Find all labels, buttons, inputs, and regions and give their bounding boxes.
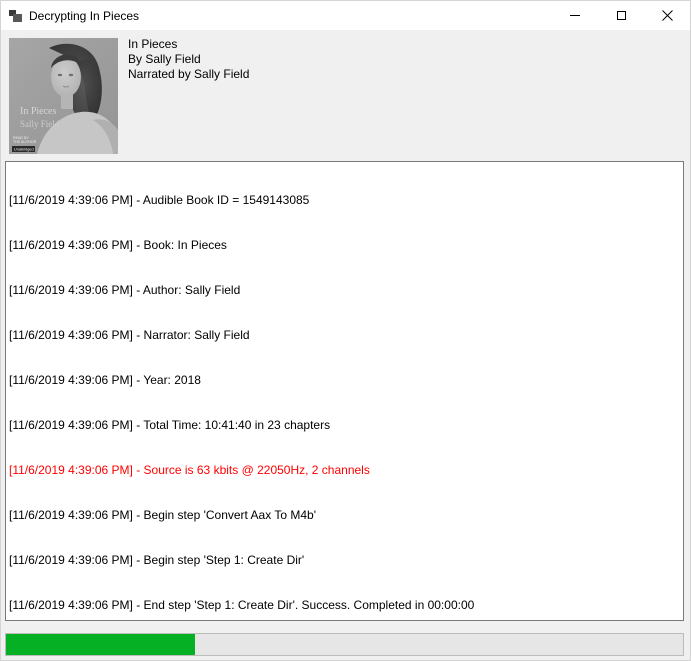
log-line: [11/6/2019 4:39:06 PM] - Source is 63 kb…: [9, 463, 683, 478]
minimize-button[interactable]: [552, 1, 598, 30]
maximize-button[interactable]: [598, 1, 644, 30]
title-bar: Decrypting In Pieces: [1, 1, 690, 30]
book-title: In Pieces: [128, 37, 249, 52]
cover-readby-2: THE AUTHOR: [13, 140, 37, 144]
progress-bar-fill: [6, 634, 195, 655]
log-line: [11/6/2019 4:39:06 PM] - Total Time: 10:…: [9, 418, 683, 433]
log-line: [11/6/2019 4:39:06 PM] - Author: Sally F…: [9, 283, 683, 298]
book-author: By Sally Field: [128, 52, 249, 67]
cover-author: Sally Field: [20, 119, 60, 129]
log-line: [11/6/2019 4:39:06 PM] - Year: 2018: [9, 373, 683, 388]
log-line: [11/6/2019 4:39:06 PM] - Audible Book ID…: [9, 193, 683, 208]
close-icon: [662, 10, 673, 21]
log-line: [11/6/2019 4:39:06 PM] - Begin step 'Con…: [9, 508, 683, 523]
caption-buttons: [552, 1, 690, 30]
book-cover-image: In Pieces Sally Field READ BY THE AUTHOR…: [9, 38, 118, 154]
log-line: [11/6/2019 4:39:06 PM] - Begin step 'Ste…: [9, 553, 683, 568]
log-line: [11/6/2019 4:39:06 PM] - Book: In Pieces: [9, 238, 683, 253]
app-icon: [9, 9, 22, 22]
log-line: [11/6/2019 4:39:06 PM] - End step 'Step …: [9, 598, 683, 613]
minimize-icon: [570, 15, 580, 16]
close-button[interactable]: [644, 1, 690, 30]
cover-badge: Unabridged: [14, 148, 34, 152]
maximize-icon: [617, 11, 626, 20]
log-line: [11/6/2019 4:39:06 PM] - Narrator: Sally…: [9, 328, 683, 343]
log-textbox[interactable]: [11/6/2019 4:39:06 PM] - Audible Book ID…: [5, 161, 684, 621]
progress-bar: [5, 633, 684, 656]
book-info: In Pieces By Sally Field Narrated by Sal…: [128, 37, 249, 82]
cover-title: In Pieces: [20, 106, 56, 117]
book-narrator: Narrated by Sally Field: [128, 67, 249, 82]
window-title: Decrypting In Pieces: [29, 9, 139, 23]
app-window: Decrypting In Pieces: [0, 0, 691, 661]
